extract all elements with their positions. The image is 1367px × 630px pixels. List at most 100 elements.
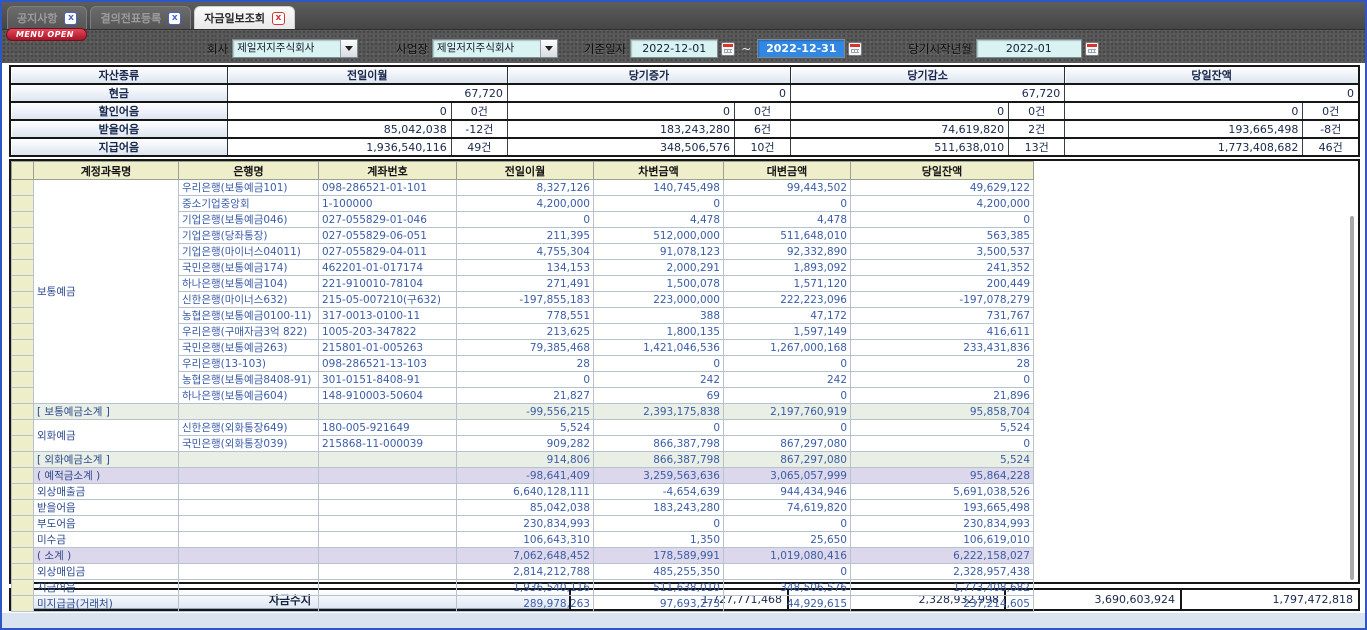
count-cell: 2건 [1009,120,1065,138]
account-number-cell: 301-0151-8408-91 [319,372,457,388]
credit-cell: 92,332,890 [724,244,851,260]
amount-cell: 183,243,280 [507,120,734,138]
debit-cell: 866,387,798 [594,452,724,468]
bank-name-cell [179,500,319,516]
credit-cell: 25,650 [724,532,851,548]
prev-balance-cell: 7,062,648,452 [457,548,594,564]
prev-balance-cell: 778,551 [457,308,594,324]
row-selector[interactable] [12,212,34,228]
count-cell: -8건 [1303,120,1359,138]
row-selector[interactable] [12,292,34,308]
vertical-scrollbar[interactable] [1349,216,1355,580]
tab-voucher-entry[interactable]: 결의전표등록 x [90,6,191,29]
grid-header-account: 계정과목명 [34,162,179,180]
row-selector[interactable] [12,452,34,468]
asset-type-cell: 받을어음 [10,120,227,138]
row-selector[interactable] [12,324,34,340]
company-select-value: 제일저지주식회사 [233,40,340,57]
chevron-down-icon[interactable] [540,40,557,57]
row-selector[interactable] [12,388,34,404]
count-cell: 0건 [1303,102,1359,120]
credit-cell: 0 [724,516,851,532]
row-selector[interactable] [12,596,34,612]
count-cell: 0건 [1009,102,1065,120]
balance-cell: 0 [851,436,1034,452]
site-select-value: 제일저지주식회사 [433,40,540,57]
row-selector[interactable] [12,420,34,436]
count-cell: -12건 [451,120,507,138]
bank-name-cell: 우리은행(13-103) [179,356,319,372]
row-selector[interactable] [12,484,34,500]
account-number-cell [319,596,457,612]
account-number-cell: 027-055829-04-011 [319,244,457,260]
calendar-icon[interactable] [848,42,862,56]
debit-cell: 1,421,046,536 [594,340,724,356]
debit-cell: 1,800,135 [594,324,724,340]
row-selector[interactable] [12,308,34,324]
base-date-to-input[interactable]: 2022-12-31 [757,39,845,58]
account-name-cell: 외화예금 [34,420,179,452]
calendar-icon[interactable] [1085,42,1099,56]
account-name-cell: [ 외화예금소계 ] [34,452,179,468]
row-selector[interactable] [12,372,34,388]
row-selector[interactable] [12,404,34,420]
tab-fund-daily-report[interactable]: 자금일보조회 x [194,6,295,29]
close-icon[interactable]: x [272,12,285,25]
row-selector[interactable] [12,196,34,212]
debit-cell: 223,000,000 [594,292,724,308]
row-selector[interactable] [12,276,34,292]
row-selector[interactable] [12,564,34,580]
account-number-cell: 1-100000 [319,196,457,212]
row-selector[interactable] [12,356,34,372]
scrollbar-thumb[interactable] [1350,216,1354,580]
row-selector[interactable] [12,228,34,244]
company-select[interactable]: 제일저지주식회사 [232,39,358,58]
base-date-from-input[interactable]: 2022-12-01 [630,39,718,58]
bank-name-cell: 하나은행(보통예금604) [179,388,319,404]
close-icon[interactable]: x [168,12,181,25]
debit-cell: 3,259,563,636 [594,468,724,484]
row-selector[interactable] [12,580,34,596]
balance-cell: 0 [851,212,1034,228]
row-selector[interactable] [12,260,34,276]
asset-type-cell: 할인어음 [10,102,227,120]
account-number-cell [319,484,457,500]
period-start-input[interactable]: 2022-01 [976,39,1082,58]
base-date-label: 기준일자 [584,41,626,57]
bank-name-cell [179,452,319,468]
row-selector[interactable] [12,532,34,548]
bank-name-cell [179,516,319,532]
row-selector[interactable] [12,500,34,516]
prev-balance-cell: 6,640,128,111 [457,484,594,500]
account-name-cell: 외상매출금 [34,484,179,500]
row-selector[interactable] [12,516,34,532]
account-number-cell [319,516,457,532]
account-number-cell [319,564,457,580]
credit-cell: 1,893,092 [724,260,851,276]
debit-cell: 178,589,991 [594,548,724,564]
balance-cell: 193,665,498 [851,500,1034,516]
tab-notice[interactable]: 공지사항 x [7,6,87,29]
grid-row: ( 예적금소계 )-98,641,4093,259,563,6363,065,0… [12,468,1034,484]
row-selector[interactable] [12,468,34,484]
account-number-cell: 098-286521-13-103 [319,356,457,372]
row-selector[interactable] [12,180,34,196]
site-select[interactable]: 제일저지주식회사 [432,39,558,58]
close-icon[interactable]: x [64,12,77,25]
row-selector[interactable] [12,548,34,564]
account-number-cell [319,532,457,548]
chevron-down-icon[interactable] [340,40,357,57]
prev-balance-cell: 134,153 [457,260,594,276]
count-cell: 49건 [451,138,507,156]
row-selector[interactable] [12,436,34,452]
detail-grid-area: 계정과목명 은행명 계좌번호 전일이월 차변금액 대변금액 당일잔액 보통예금우… [9,159,1360,584]
prev-balance-cell: 914,806 [457,452,594,468]
grid-header-row: 계정과목명 은행명 계좌번호 전일이월 차변금액 대변금액 당일잔액 [12,162,1034,180]
row-selector[interactable] [12,244,34,260]
summary-header-row: 자산종류 전일이월 당기증가 당기감소 당일잔액 [10,66,1359,84]
prev-balance-cell: 271,491 [457,276,594,292]
row-selector[interactable] [12,340,34,356]
grid-header-credit: 대변금액 [724,162,851,180]
summary-row: 지급어음1,936,540,11649건348,506,57610건511,63… [10,138,1359,156]
calendar-icon[interactable] [721,42,735,56]
